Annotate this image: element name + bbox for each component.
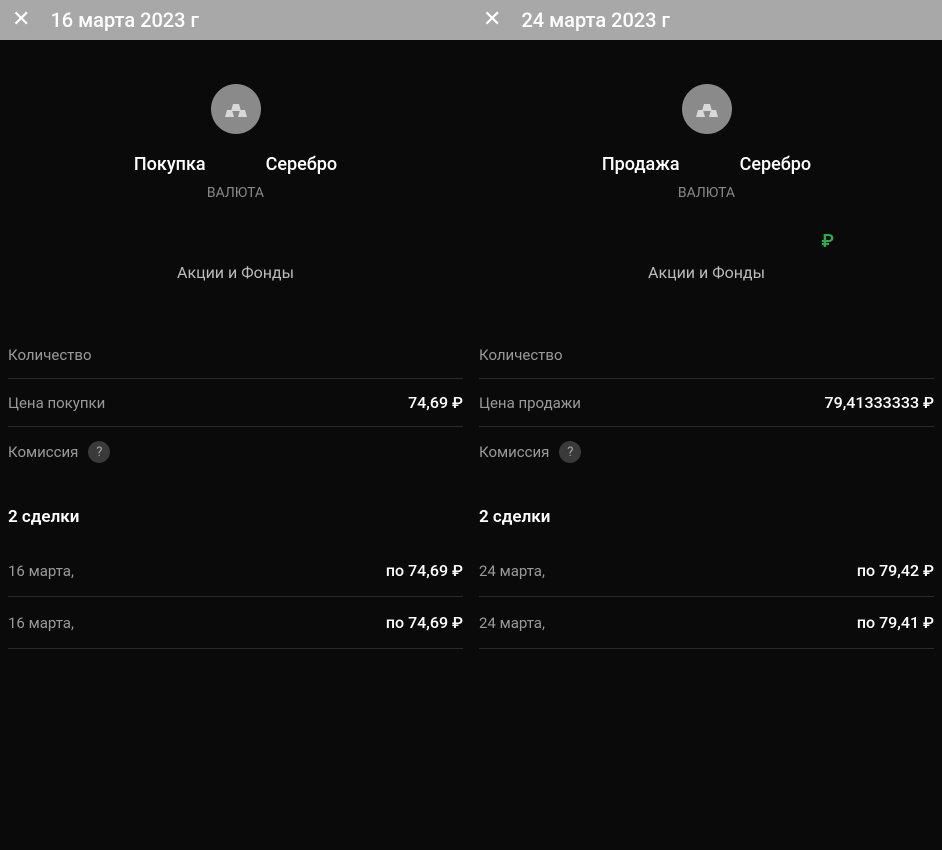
close-icon[interactable]: ✕ [12, 9, 30, 31]
commission-label: Комиссия [479, 443, 549, 461]
metal-icon [682, 84, 732, 134]
metal-name-label: Серебро [266, 154, 337, 175]
trade-row-item[interactable]: 24 марта, по 79,41 ₽ [479, 597, 934, 649]
panel-content: Покупка Серебро ВАЛЮТА ₽ Акции и Фонды К… [0, 40, 471, 850]
trade-date: 16 марта, [8, 614, 74, 632]
trade-row-item[interactable]: 16 марта, по 74,69 ₽ [8, 545, 463, 597]
price-row: Цена продажи 79,41333333 ₽ [479, 379, 934, 427]
left-panel: ✕ 16 марта 2023 г Покупка Серебро ВАЛЮТА… [0, 0, 471, 850]
stocks-funds-label: Акции и Фонды [8, 263, 463, 282]
trade-info-row: Покупка Серебро [8, 154, 463, 175]
trade-date: 24 марта, [479, 562, 545, 580]
trade-date: 16 марта, [8, 562, 74, 580]
trade-date: 24 марта, [479, 614, 545, 632]
quantity-label: Количество [479, 346, 563, 364]
price-value: 79,41333333 ₽ [825, 393, 934, 412]
right-panel: ✕ 24 марта 2023 г Продажа Серебро ВАЛЮТА… [471, 0, 942, 850]
metal-icon [211, 84, 261, 134]
header-bar: ✕ 24 марта 2023 г [471, 0, 942, 40]
quantity-label: Количество [8, 346, 92, 364]
header-bar: ✕ 16 марта 2023 г [0, 0, 471, 40]
trade-price: по 79,41 ₽ [857, 613, 934, 632]
trade-type-label: Покупка [134, 154, 206, 175]
trade-row-item[interactable]: 24 марта, по 79,42 ₽ [479, 545, 934, 597]
header-title: 16 марта 2023 г [50, 8, 198, 32]
icon-container [479, 84, 934, 134]
price-label: Цена продажи [479, 394, 581, 412]
trades-count-header: 2 сделки [479, 507, 934, 527]
bars-glyph [223, 100, 249, 118]
commission-row: Комиссия ? [8, 427, 463, 477]
help-icon[interactable]: ? [88, 441, 110, 463]
bars-glyph [694, 100, 720, 118]
ruble-sign: ₽ [479, 231, 934, 255]
quantity-row: Количество [479, 332, 934, 379]
metal-name-label: Серебро [740, 154, 811, 175]
header-title: 24 марта 2023 г [521, 8, 669, 32]
trade-price: по 74,69 ₽ [386, 561, 463, 580]
close-icon[interactable]: ✕ [483, 9, 501, 31]
trade-price: по 74,69 ₽ [386, 613, 463, 632]
price-row: Цена покупки 74,69 ₽ [8, 379, 463, 427]
price-label: Цена покупки [8, 394, 105, 412]
trade-price: по 79,42 ₽ [857, 561, 934, 580]
trade-info-row: Продажа Серебро [479, 154, 934, 175]
panel-content: Продажа Серебро ВАЛЮТА ₽ Акции и Фонды К… [471, 40, 942, 850]
icon-container [8, 84, 463, 134]
currency-label: ВАЛЮТА [479, 185, 934, 201]
price-value: 74,69 ₽ [408, 393, 463, 412]
currency-label: ВАЛЮТА [8, 185, 463, 201]
commission-row: Комиссия ? [479, 427, 934, 477]
quantity-row: Количество [8, 332, 463, 379]
trade-row-item[interactable]: 16 марта, по 74,69 ₽ [8, 597, 463, 649]
trades-count-header: 2 сделки [8, 507, 463, 527]
trade-type-label: Продажа [602, 154, 680, 175]
stocks-funds-label: Акции и Фонды [479, 263, 934, 282]
help-icon[interactable]: ? [559, 441, 581, 463]
commission-label: Комиссия [8, 443, 78, 461]
